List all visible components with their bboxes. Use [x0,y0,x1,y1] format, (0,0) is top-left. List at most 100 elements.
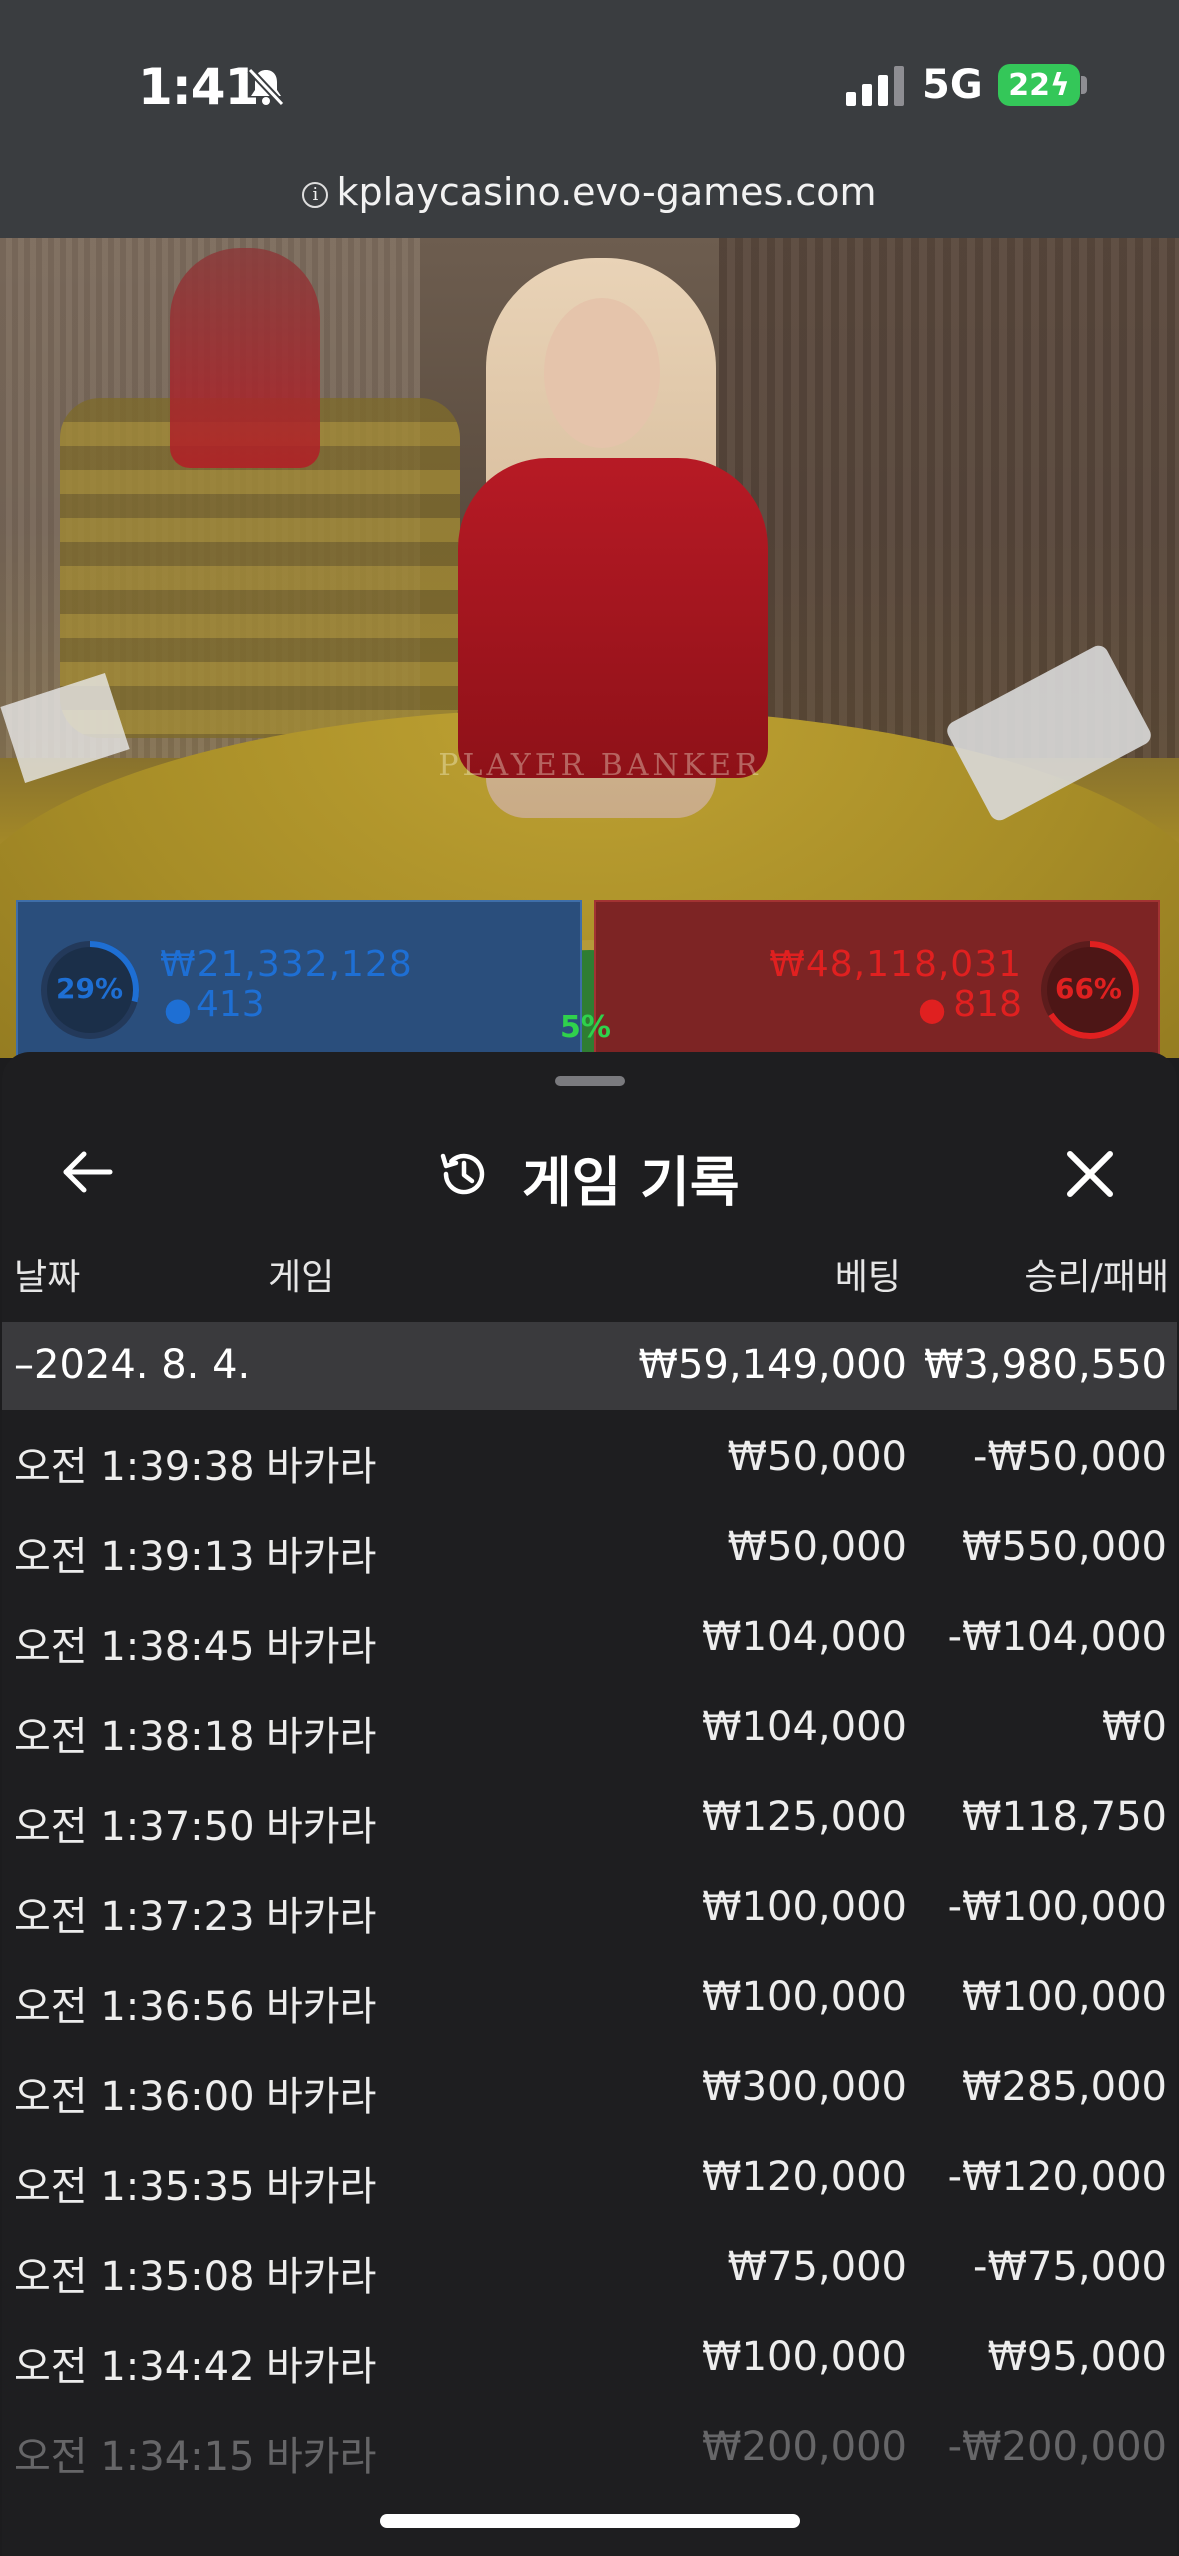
date-group-total-bet: ₩59,149,000 [638,1342,907,1388]
row-bet: ₩100,000 [702,1974,907,2020]
row-bet: ₩100,000 [702,2334,907,2380]
player-bet-panel[interactable]: 29% ₩21,332,128 ● 413 [16,900,582,1060]
column-header-game: 게임 [268,1257,335,1298]
table-row[interactable]: 오전 1:35:35 바카라 ₩120,000 -₩120,000 [2,2132,1177,2222]
row-game: 바카라 [266,2434,377,2480]
history-clock-icon [440,1153,485,1195]
banker-bet-amount: ₩48,118,031 [769,944,1022,985]
banker-player-count: 818 [953,984,1022,1025]
player-percent: 29% [56,972,124,1005]
row-result: ₩550,000 [962,1524,1167,1570]
row-time: 오전 1:35:35 [14,2164,255,2210]
row-result: -₩104,000 [947,1614,1167,1660]
table-felt-text: PLAYER BANKER [438,748,762,783]
table-row[interactable]: 오전 1:37:50 바카라 ₩125,000 ₩118,750 [2,1772,1177,1862]
battery-indicator: 22 ϟ [998,64,1080,106]
row-bet: ₩50,000 [727,1434,907,1480]
network-type: 5G [922,62,983,108]
row-bet: ₩104,000 [702,1704,907,1750]
player-bet-amount: ₩21,332,128 [160,944,413,985]
row-time: 오전 1:39:38 [14,1444,255,1490]
row-bet: ₩100,000 [702,1884,907,1930]
table-row[interactable]: 오전 1:34:42 바카라 ₩100,000 ₩95,000 [2,2312,1177,2402]
row-game: 바카라 [266,1894,377,1940]
row-game: 바카라 [266,1804,377,1850]
row-time: 오전 1:38:45 [14,1624,255,1670]
column-header-date: 날짜 [14,1257,81,1298]
row-game: 바카라 [266,2254,377,2300]
row-result: ₩95,000 [987,2334,1167,2380]
game-history-sheet: 게임 기록 날짜 게임 베팅 승리/패배 –2024. 8. 4. ₩59,14… [2,1052,1177,2556]
home-indicator[interactable] [380,2514,800,2528]
row-game: 바카라 [266,1534,377,1580]
row-result: ₩100,000 [962,1974,1167,2020]
row-bet: ₩120,000 [702,2154,907,2200]
row-time: 오전 1:35:08 [14,2254,255,2300]
banker-bet-panel[interactable]: ₩48,118,031 ● 818 66% [594,900,1160,1060]
user-icon: ● [918,990,946,1028]
row-game: 바카라 [266,1624,377,1670]
row-time: 오전 1:34:15 [14,2434,255,2480]
row-game: 바카라 [266,1714,377,1760]
row-game: 바카라 [266,2164,377,2210]
table-row[interactable]: 오전 1:34:15 바카라 ₩200,000 -₩200,000 [2,2402,1177,2492]
browser-top-bar: 1:41 5G 22 ϟ i kplaycasino.evo-games.com [0,0,1179,238]
table-row[interactable]: 오전 1:38:45 바카라 ₩104,000 -₩104,000 [2,1592,1177,1682]
row-result: -₩120,000 [947,2154,1167,2200]
tie-percent: 5% [560,1010,611,1045]
user-icon: ● [164,990,192,1028]
column-header-result: 승리/패배 [1024,1257,1169,1298]
row-bet: ₩50,000 [727,1524,907,1570]
row-bet: ₩300,000 [702,2064,907,2110]
row-game: 바카라 [266,1444,377,1490]
table-row[interactable]: 오전 1:38:18 바카라 ₩104,000 ₩0 [2,1682,1177,1772]
arrow-left-icon[interactable] [58,1142,118,1202]
row-result: -₩75,000 [973,2244,1167,2290]
row-time: 오전 1:36:56 [14,1984,255,2030]
row-time: 오전 1:37:50 [14,1804,255,1850]
banker-percent: 66% [1054,972,1122,1005]
row-time: 오전 1:36:00 [14,2074,255,2120]
row-result: -₩200,000 [947,2424,1167,2470]
row-bet: ₩125,000 [702,1794,907,1840]
table-row[interactable]: 오전 1:39:13 바카라 ₩50,000 ₩550,000 [2,1502,1177,1592]
date-group-total-result: ₩3,980,550 [923,1342,1167,1388]
sheet-title: 게임 기록 [522,1151,740,1214]
date-group-row[interactable]: –2024. 8. 4. ₩59,149,000 ₩3,980,550 [2,1322,1177,1410]
cellular-signal-icon [846,66,904,106]
table-row[interactable]: 오전 1:35:08 바카라 ₩75,000 -₩75,000 [2,2222,1177,2312]
status-time: 1:41 [138,58,259,116]
row-game: 바카라 [266,1984,377,2030]
player-player-count: 413 [196,984,265,1025]
row-result: ₩285,000 [962,2064,1167,2110]
dealer-face [544,298,660,448]
row-result: -₩100,000 [947,1884,1167,1930]
url-text: kplaycasino.evo-games.com [336,170,877,214]
row-result: ₩118,750 [962,1794,1167,1840]
battery-tip [1081,76,1087,94]
bell-slash-icon [247,67,285,107]
row-result: ₩0 [1102,1704,1167,1750]
table-row[interactable]: 오전 1:37:23 바카라 ₩100,000 -₩100,000 [2,1862,1177,1952]
dealer [458,458,768,778]
close-icon[interactable] [1060,1144,1120,1204]
sheet-grab-handle[interactable] [555,1076,625,1086]
row-game: 바카라 [266,2074,377,2120]
row-game: 바카라 [266,2344,377,2390]
row-time: 오전 1:38:18 [14,1714,255,1760]
date-group-date: –2024. 8. 4. [14,1342,251,1388]
row-time: 오전 1:37:23 [14,1894,255,1940]
row-result: -₩50,000 [973,1434,1167,1480]
row-bet: ₩104,000 [702,1614,907,1660]
table-row[interactable]: 오전 1:39:38 바카라 ₩50,000 -₩50,000 [2,1412,1177,1502]
battery-level: 22 [1008,67,1050,103]
row-bet: ₩200,000 [702,2424,907,2470]
url-bar[interactable]: i kplaycasino.evo-games.com [0,170,1179,214]
row-time: 오전 1:39:13 [14,1534,255,1580]
row-bet: ₩75,000 [727,2244,907,2290]
table-row[interactable]: 오전 1:36:56 바카라 ₩100,000 ₩100,000 [2,1952,1177,2042]
row-time: 오전 1:34:42 [14,2344,255,2390]
info-icon[interactable]: i [302,181,329,208]
column-header-bet: 베팅 [834,1257,901,1298]
table-row[interactable]: 오전 1:36:00 바카라 ₩300,000 ₩285,000 [2,2042,1177,2132]
